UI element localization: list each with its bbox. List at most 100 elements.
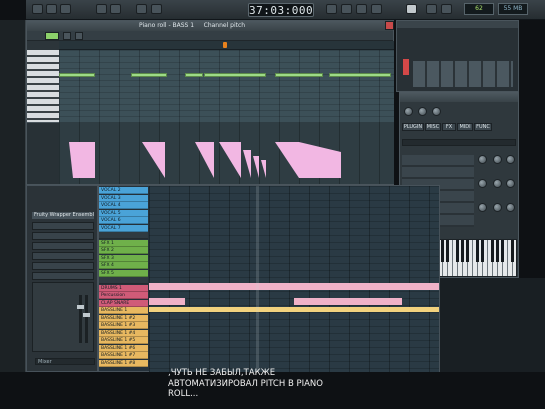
piano-roll-button[interactable] [356, 4, 367, 14]
channel-row[interactable] [32, 252, 94, 260]
record-button[interactable] [60, 4, 71, 14]
channel-row[interactable] [32, 222, 94, 230]
tab-fx[interactable]: FX [442, 123, 456, 131]
track-label[interactable]: VOCAL 6 [99, 217, 148, 224]
track-label[interactable]: BASSLINE 1 #2 [99, 314, 148, 322]
note[interactable] [329, 73, 391, 77]
clip[interactable] [294, 298, 402, 305]
track-label[interactable]: BASSLINE 1 #6 [99, 344, 148, 352]
tempo-button[interactable] [136, 4, 147, 14]
playhead-marker-icon[interactable] [223, 42, 227, 48]
track-label[interactable]: VOCAL 2 [99, 187, 148, 194]
tab-plugin[interactable]: PLUGIN [402, 123, 424, 131]
clip[interactable] [149, 307, 439, 312]
step-button[interactable] [426, 4, 437, 14]
track-label[interactable] [99, 232, 148, 239]
mixer-strips[interactable] [413, 61, 513, 87]
channel-row[interactable] [32, 232, 94, 240]
pitch-automation-graph [69, 142, 341, 178]
clip[interactable] [149, 283, 439, 290]
knob[interactable] [506, 179, 515, 188]
tab-misc[interactable]: MISC [425, 123, 441, 131]
tab-midi[interactable]: MIDI [457, 123, 473, 131]
channel-plugin-row[interactable]: Fruity Wrapper Ensemble [32, 212, 94, 219]
song-button[interactable] [110, 4, 121, 14]
channel-row[interactable] [32, 242, 94, 250]
browser-panel[interactable] [0, 20, 26, 372]
piano-roll-window[interactable]: Piano roll - BASS 1 Channel pitch [26, 20, 394, 185]
track-label[interactable]: SFX 2 [99, 247, 148, 254]
track-label[interactable]: BASSLINE 1 #8 [99, 359, 148, 367]
mixer-button[interactable] [326, 4, 337, 14]
draw-tool-button[interactable] [45, 32, 59, 40]
mixer-section[interactable] [32, 282, 94, 352]
track-label[interactable]: BASSLINE 1 #4 [99, 329, 148, 337]
track-label[interactable]: BASSLINE 1 [99, 307, 148, 314]
knob[interactable] [506, 155, 515, 164]
subtitle-line-2: АВТОМАТИЗИРОВАЛ PITCH В PIANO [168, 378, 323, 389]
channel-settings-title[interactable] [400, 93, 518, 102]
fader-handle[interactable] [83, 313, 90, 317]
tools-panel[interactable] [396, 20, 519, 92]
knob[interactable] [493, 179, 502, 188]
track-label[interactable]: SFX 5 [99, 269, 148, 277]
timeline-ruler[interactable] [59, 41, 394, 50]
track-label[interactable]: SFX 3 [99, 254, 148, 262]
knob[interactable] [493, 155, 502, 164]
memory-meter: 55 MB [498, 3, 528, 15]
knob[interactable] [493, 203, 502, 212]
track-label[interactable] [99, 277, 148, 284]
browser-button[interactable] [341, 4, 352, 14]
knob[interactable] [506, 203, 515, 212]
track-label[interactable]: DRUMS 1 [99, 284, 148, 292]
track-label[interactable]: VOCAL 3 [99, 194, 148, 202]
preset-select[interactable] [402, 139, 516, 146]
note[interactable] [275, 73, 323, 77]
track-label[interactable]: BASSLINE 1 #3 [99, 322, 148, 329]
paint-tool-button[interactable] [63, 32, 71, 40]
snap-button[interactable] [406, 4, 417, 14]
piano-roll-title[interactable]: Piano roll - BASS 1 Channel pitch [27, 21, 393, 31]
piano-roll-toolbar [27, 31, 393, 41]
note[interactable] [59, 73, 95, 77]
select-tool-button[interactable] [75, 32, 83, 40]
channel-row[interactable] [32, 262, 94, 270]
pitch-knob[interactable] [432, 107, 441, 116]
track-label[interactable]: CLAP SNARE [99, 299, 148, 307]
pattern-select[interactable] [151, 4, 162, 14]
close-icon[interactable] [385, 21, 394, 30]
tab-func[interactable]: FUNC [474, 123, 492, 131]
fader-handle[interactable] [77, 305, 84, 309]
track-label[interactable]: BASSLINE 1 #5 [99, 337, 148, 344]
track-label[interactable]: SFX 1 [99, 239, 148, 247]
stop-button[interactable] [46, 4, 57, 14]
video-subtitle: ,ЧУТЬ НЕ ЗАБЫЛ,ТАКЖЕ АВТОМАТИЗИРОВАЛ PIT… [168, 368, 538, 409]
channel-rack[interactable]: Fruity Wrapper Ensemble Mixer [26, 185, 98, 372]
playlist-window[interactable]: VOCAL 2 VOCAL 3 VOCAL 4 VOCAL 5 VOCAL 6 VOCAL… [98, 185, 440, 372]
volume-knob[interactable] [404, 107, 413, 116]
note[interactable] [131, 73, 167, 77]
track-label[interactable]: BASSLINE 1 #7 [99, 352, 148, 359]
clip[interactable] [149, 298, 185, 305]
knob[interactable] [478, 203, 487, 212]
track-label[interactable]: VOCAL 7 [99, 224, 148, 232]
mixer-label[interactable]: Mixer [35, 358, 95, 365]
pattern-button[interactable] [96, 4, 107, 14]
track-label[interactable]: VOCAL 4 [99, 202, 148, 209]
knob[interactable] [478, 155, 487, 164]
piano-keyboard[interactable] [27, 50, 59, 122]
play-button[interactable] [32, 4, 43, 14]
pitch-event-lane[interactable] [59, 122, 394, 184]
note[interactable] [204, 73, 266, 77]
track-label[interactable]: VOCAL 5 [99, 209, 148, 217]
channel-row[interactable] [32, 272, 94, 280]
note[interactable] [185, 73, 203, 77]
pan-knob[interactable] [418, 107, 427, 116]
track-label[interactable]: SFX 4 [99, 262, 148, 269]
playlist-button[interactable] [371, 4, 382, 14]
playlist-grid[interactable] [149, 186, 439, 372]
slide-button[interactable] [441, 4, 452, 14]
track-label[interactable]: Percussion [99, 292, 148, 299]
note-grid[interactable] [59, 50, 394, 122]
knob[interactable] [478, 179, 487, 188]
